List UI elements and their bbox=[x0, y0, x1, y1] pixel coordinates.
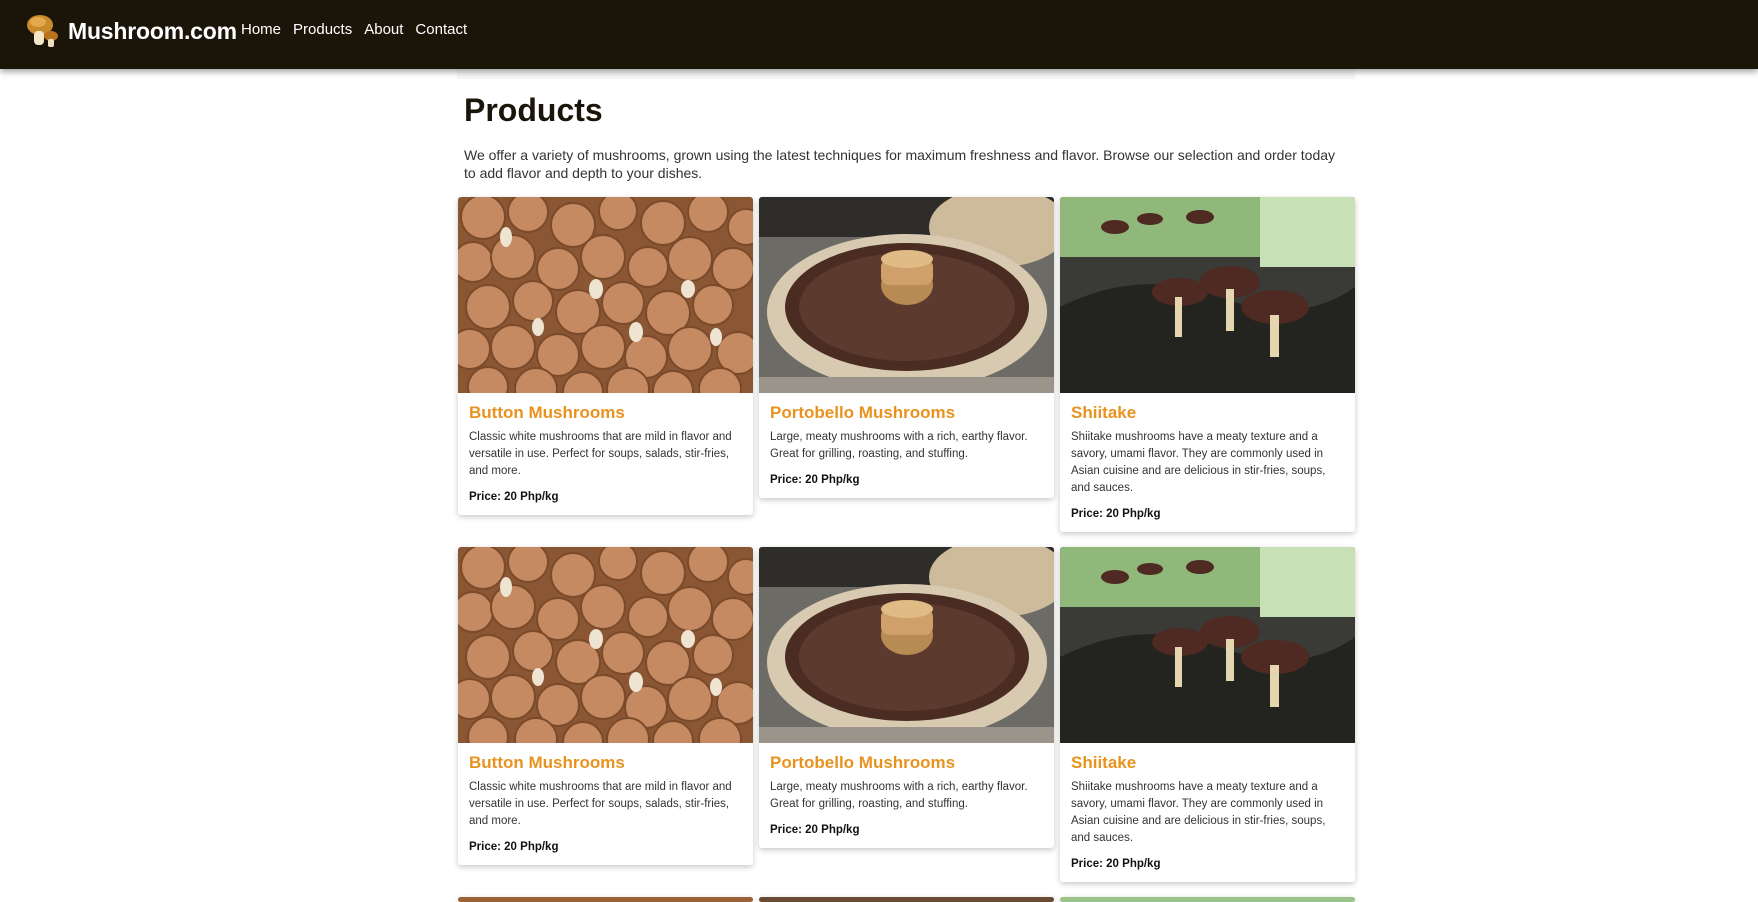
product-name[interactable]: Button Mushrooms bbox=[469, 403, 742, 423]
product-description: Shiitake mushrooms have a meaty texture … bbox=[1071, 781, 1326, 844]
product-card[interactable]: Shiitake Shiitake mushrooms have a meaty… bbox=[1060, 547, 1355, 882]
product-price: Price: 20 Php/kg bbox=[770, 824, 860, 836]
nav-contact[interactable]: Contact bbox=[415, 21, 467, 38]
product-description: Classic white mushrooms that are mild in… bbox=[469, 431, 732, 477]
product-name[interactable]: Shiitake bbox=[1071, 753, 1344, 773]
page-title: Products bbox=[464, 92, 603, 128]
button-mushroom-image bbox=[458, 197, 753, 393]
card-body: Button Mushrooms Classic white mushrooms… bbox=[458, 393, 753, 515]
card-body: Shiitake Shiitake mushrooms have a meaty… bbox=[1060, 393, 1355, 532]
button-mushroom-image bbox=[458, 897, 753, 902]
brand[interactable]: Mushroom.com bbox=[25, 12, 237, 50]
product-description: Shiitake mushrooms have a meaty texture … bbox=[1071, 431, 1326, 494]
shiitake-mushroom-image bbox=[1060, 547, 1355, 743]
main-nav: Home Products About Contact bbox=[241, 21, 479, 38]
portobello-mushroom-image bbox=[759, 897, 1054, 902]
card-body: Portobello Mushrooms Large, meaty mushro… bbox=[759, 743, 1054, 848]
card-body: Shiitake Shiitake mushrooms have a meaty… bbox=[1060, 743, 1355, 882]
product-description: Large, meaty mushrooms with a rich, eart… bbox=[770, 431, 1028, 460]
shiitake-mushroom-image bbox=[1060, 197, 1355, 393]
product-card[interactable]: Button Mushrooms Classic white mushrooms… bbox=[458, 197, 753, 515]
product-card-partial[interactable] bbox=[759, 897, 1054, 902]
nav-home[interactable]: Home bbox=[241, 21, 281, 38]
product-name[interactable]: Shiitake bbox=[1071, 403, 1344, 423]
nav-products[interactable]: Products bbox=[293, 21, 352, 38]
content-top-strip bbox=[457, 69, 1355, 79]
product-name[interactable]: Portobello Mushrooms bbox=[770, 753, 1043, 773]
product-name[interactable]: Portobello Mushrooms bbox=[770, 403, 1043, 423]
button-mushroom-image bbox=[458, 547, 753, 743]
product-price: Price: 20 Php/kg bbox=[469, 491, 559, 503]
shiitake-mushroom-image bbox=[1060, 897, 1355, 902]
nav-about[interactable]: About bbox=[364, 21, 403, 38]
mushroom-logo-icon bbox=[25, 12, 63, 50]
brand-name: Mushroom.com bbox=[68, 17, 237, 44]
product-card[interactable]: Portobello Mushrooms Large, meaty mushro… bbox=[759, 197, 1054, 498]
product-price: Price: 20 Php/kg bbox=[770, 474, 860, 486]
product-card[interactable]: Shiitake Shiitake mushrooms have a meaty… bbox=[1060, 197, 1355, 532]
product-price: Price: 20 Php/kg bbox=[1071, 858, 1161, 870]
intro-text: We offer a variety of mushrooms, grown u… bbox=[464, 147, 1336, 181]
product-card-partial[interactable] bbox=[458, 897, 753, 902]
product-card[interactable]: Button Mushrooms Classic white mushrooms… bbox=[458, 547, 753, 865]
top-navbar: Mushroom.com Home Products About Contact bbox=[0, 0, 1758, 69]
product-price: Price: 20 Php/kg bbox=[469, 841, 559, 853]
product-card-partial[interactable] bbox=[1060, 897, 1355, 902]
portobello-mushroom-image bbox=[759, 197, 1054, 393]
product-description: Classic white mushrooms that are mild in… bbox=[469, 781, 732, 827]
card-body: Button Mushrooms Classic white mushrooms… bbox=[458, 743, 753, 865]
product-name[interactable]: Button Mushrooms bbox=[469, 753, 742, 773]
card-body: Portobello Mushrooms Large, meaty mushro… bbox=[759, 393, 1054, 498]
product-price: Price: 20 Php/kg bbox=[1071, 508, 1161, 520]
product-card[interactable]: Portobello Mushrooms Large, meaty mushro… bbox=[759, 547, 1054, 848]
portobello-mushroom-image bbox=[759, 547, 1054, 743]
product-description: Large, meaty mushrooms with a rich, eart… bbox=[770, 781, 1028, 810]
